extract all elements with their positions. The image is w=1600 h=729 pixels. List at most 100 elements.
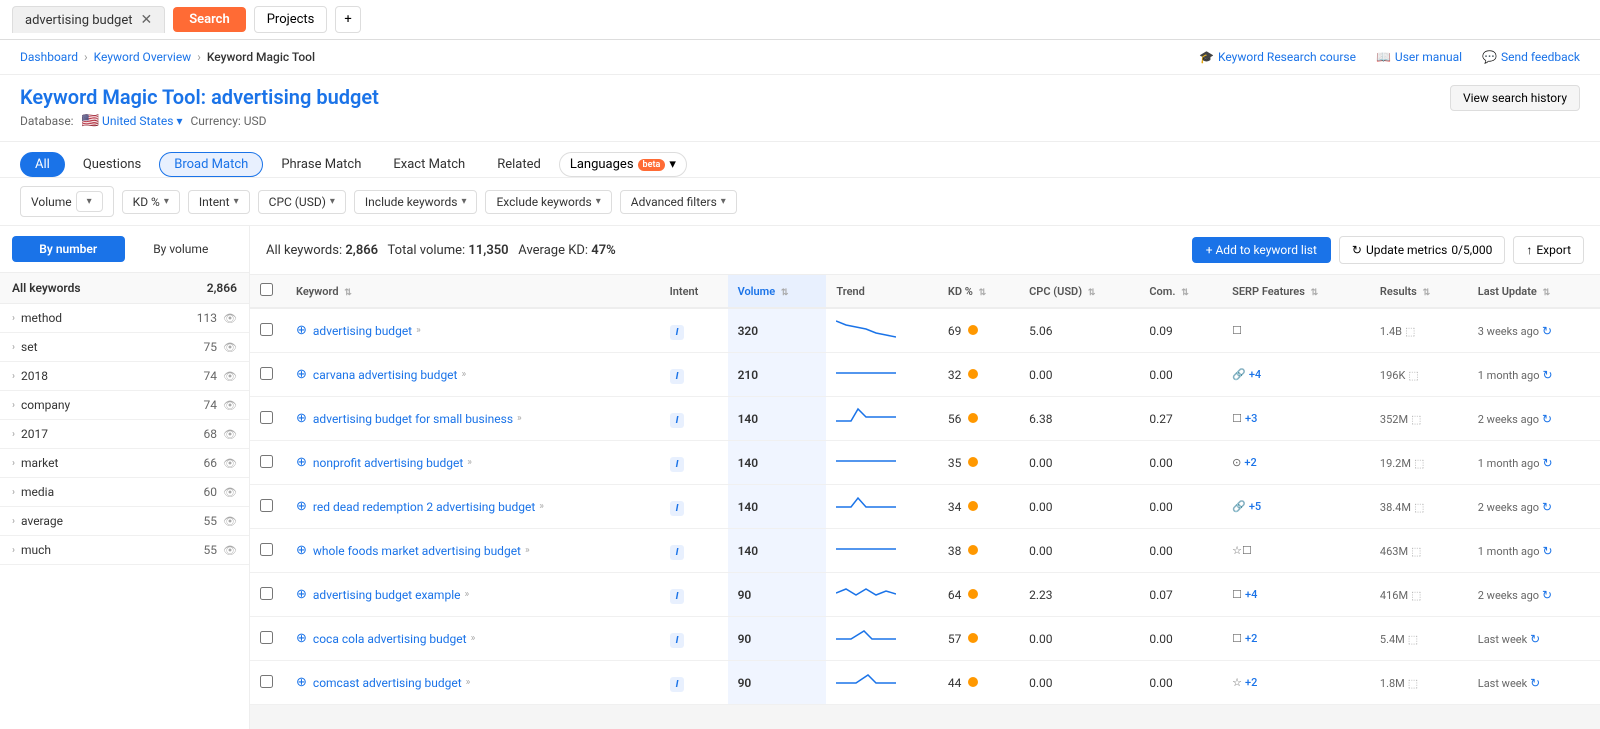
top-links: 🎓 Keyword Research course 📖 User manual … <box>1199 50 1580 64</box>
select-all-header[interactable] <box>250 275 286 308</box>
all-keywords-count: 2,866 <box>207 281 237 295</box>
row-checkbox[interactable] <box>260 499 273 512</box>
row-checkbox-cell[interactable] <box>250 573 286 617</box>
database-selector[interactable]: 🇺🇸 United States ▾ <box>82 113 183 129</box>
row-checkbox-cell[interactable] <box>250 308 286 353</box>
refresh-icon[interactable]: ↻ <box>1542 412 1552 426</box>
refresh-icon[interactable]: ↻ <box>1542 456 1552 470</box>
keyword-link[interactable]: ⊕ advertising budget for small business … <box>296 411 650 426</box>
projects-button[interactable]: Projects <box>254 6 328 33</box>
intent-cell: I <box>660 485 728 529</box>
volume-filter[interactable]: Volume ▾ <box>20 186 114 217</box>
by-volume-tab[interactable]: By volume <box>125 236 238 262</box>
tab-exact-match[interactable]: Exact Match <box>379 153 479 176</box>
row-checkbox[interactable] <box>260 587 273 600</box>
course-link[interactable]: 🎓 Keyword Research course <box>1199 50 1356 64</box>
refresh-icon[interactable]: ↻ <box>1530 632 1540 646</box>
serp-feature-icon: ⊙ <box>1232 456 1241 469</box>
tab-languages[interactable]: Languages beta ▾ <box>559 152 687 177</box>
volume-column-header[interactable]: Volume ⇅ <box>728 275 827 308</box>
keyword-link[interactable]: ⊕ advertising budget example » <box>296 587 650 602</box>
keyword-link[interactable]: ⊕ whole foods market advertising budget … <box>296 543 650 558</box>
tab-broad-match[interactable]: Broad Match <box>159 152 263 177</box>
sidebar-all-keywords-row[interactable]: All keywords 2,866 <box>0 273 249 304</box>
row-checkbox[interactable] <box>260 455 273 468</box>
search-button[interactable]: Search <box>173 7 246 32</box>
db-row: Database: 🇺🇸 United States ▾ Currency: U… <box>20 113 379 129</box>
row-checkbox[interactable] <box>260 323 273 336</box>
sidebar-item[interactable]: › 2017 68 👁 <box>0 420 249 449</box>
export-button[interactable]: ↑ Export <box>1513 236 1584 264</box>
sidebar-item[interactable]: › average 55 👁 <box>0 507 249 536</box>
select-all-checkbox[interactable] <box>260 283 273 296</box>
keyword-link[interactable]: ⊕ coca cola advertising budget » <box>296 631 650 646</box>
keyword-link[interactable]: ⊕ red dead redemption 2 advertising budg… <box>296 499 650 514</box>
row-checkbox[interactable] <box>260 631 273 644</box>
row-checkbox[interactable] <box>260 367 273 380</box>
intent-filter[interactable]: Intent ▾ <box>188 190 250 214</box>
refresh-icon[interactable]: ↻ <box>1542 368 1552 382</box>
refresh-icon[interactable]: ↻ <box>1542 588 1552 602</box>
tab-all[interactable]: All <box>20 152 65 177</box>
breadcrumb-keyword-overview[interactable]: Keyword Overview <box>94 50 192 64</box>
refresh-icon[interactable]: ↻ <box>1542 324 1552 338</box>
cpc-filter[interactable]: CPC (USD) ▾ <box>258 190 346 214</box>
refresh-icon[interactable]: ↻ <box>1530 676 1540 690</box>
tab-questions[interactable]: Questions <box>69 153 155 176</box>
refresh-icon[interactable]: ↻ <box>1542 544 1552 558</box>
sidebar-item[interactable]: › company 74 👁 <box>0 391 249 420</box>
row-checkbox[interactable] <box>260 411 273 424</box>
manual-link[interactable]: 📖 User manual <box>1376 50 1462 64</box>
view-history-button[interactable]: View search history <box>1450 85 1580 111</box>
row-checkbox-cell[interactable] <box>250 353 286 397</box>
row-checkbox[interactable] <box>260 675 273 688</box>
by-number-tab[interactable]: By number <box>12 236 125 262</box>
sidebar-item[interactable]: › 2018 74 👁 <box>0 362 249 391</box>
sidebar-item[interactable]: › much 55 👁 <box>0 536 249 565</box>
close-tab-icon[interactable]: ✕ <box>140 12 152 28</box>
results-column-header[interactable]: Results ⇅ <box>1370 275 1468 308</box>
add-to-keyword-list-button[interactable]: + Add to keyword list <box>1192 237 1331 263</box>
row-checkbox-cell[interactable] <box>250 617 286 661</box>
last-update-column-header[interactable]: Last Update ⇅ <box>1468 275 1600 308</box>
update-metrics-button[interactable]: ↻ Update metrics 0/5,000 <box>1339 236 1505 264</box>
kd-filter[interactable]: KD % ▾ <box>122 190 180 214</box>
row-checkbox[interactable] <box>260 543 273 556</box>
keyword-column-header[interactable]: Keyword ⇅ <box>286 275 660 308</box>
keyword-link[interactable]: ⊕ nonprofit advertising budget » <box>296 455 650 470</box>
keyword-link[interactable]: ⊕ comcast advertising budget » <box>296 675 650 690</box>
breadcrumb-dashboard[interactable]: Dashboard <box>20 50 78 64</box>
com-column-header[interactable]: Com. ⇅ <box>1139 275 1222 308</box>
cpc-column-header[interactable]: CPC (USD) ⇅ <box>1019 275 1139 308</box>
tab-phrase-match[interactable]: Phrase Match <box>267 153 375 176</box>
sidebar-item[interactable]: › media 60 👁 <box>0 478 249 507</box>
include-keywords-filter[interactable]: Include keywords ▾ <box>354 190 478 214</box>
keyword-link[interactable]: ⊕ carvana advertising budget » <box>296 367 650 382</box>
kd-column-header[interactable]: KD % ⇅ <box>938 275 1019 308</box>
search-tab[interactable]: advertising budget ✕ <box>12 6 165 33</box>
exclude-keywords-filter[interactable]: Exclude keywords ▾ <box>485 190 611 214</box>
breadcrumb: Dashboard › Keyword Overview › Keyword M… <box>20 50 315 64</box>
refresh-icon[interactable]: ↻ <box>1542 500 1552 514</box>
table-row: ⊕ advertising budget example » I 90 64 2… <box>250 573 1600 617</box>
intent-column-header[interactable]: Intent <box>660 275 728 308</box>
keyword-link[interactable]: ⊕ advertising budget » <box>296 323 650 338</box>
feedback-link[interactable]: 💬 Send feedback <box>1482 50 1580 64</box>
row-checkbox-cell[interactable] <box>250 661 286 705</box>
results-cell: 416M ⬚ <box>1370 573 1468 617</box>
intent-cell: I <box>660 529 728 573</box>
chevron-right-icon: › <box>12 487 15 498</box>
plus-circle-icon: ⊕ <box>296 367 307 382</box>
add-tab-button[interactable]: + <box>335 6 360 33</box>
row-checkbox-cell[interactable] <box>250 397 286 441</box>
sidebar-item[interactable]: › market 66 👁 <box>0 449 249 478</box>
trend-column-header[interactable]: Trend <box>826 275 938 308</box>
serp-features-column-header[interactable]: SERP Features ⇅ <box>1222 275 1370 308</box>
row-checkbox-cell[interactable] <box>250 485 286 529</box>
sidebar-item[interactable]: › set 75 👁 <box>0 333 249 362</box>
row-checkbox-cell[interactable] <box>250 529 286 573</box>
sidebar-item[interactable]: › method 113 👁 <box>0 304 249 333</box>
tab-related[interactable]: Related <box>483 153 555 176</box>
row-checkbox-cell[interactable] <box>250 441 286 485</box>
advanced-filters[interactable]: Advanced filters ▾ <box>620 190 737 214</box>
